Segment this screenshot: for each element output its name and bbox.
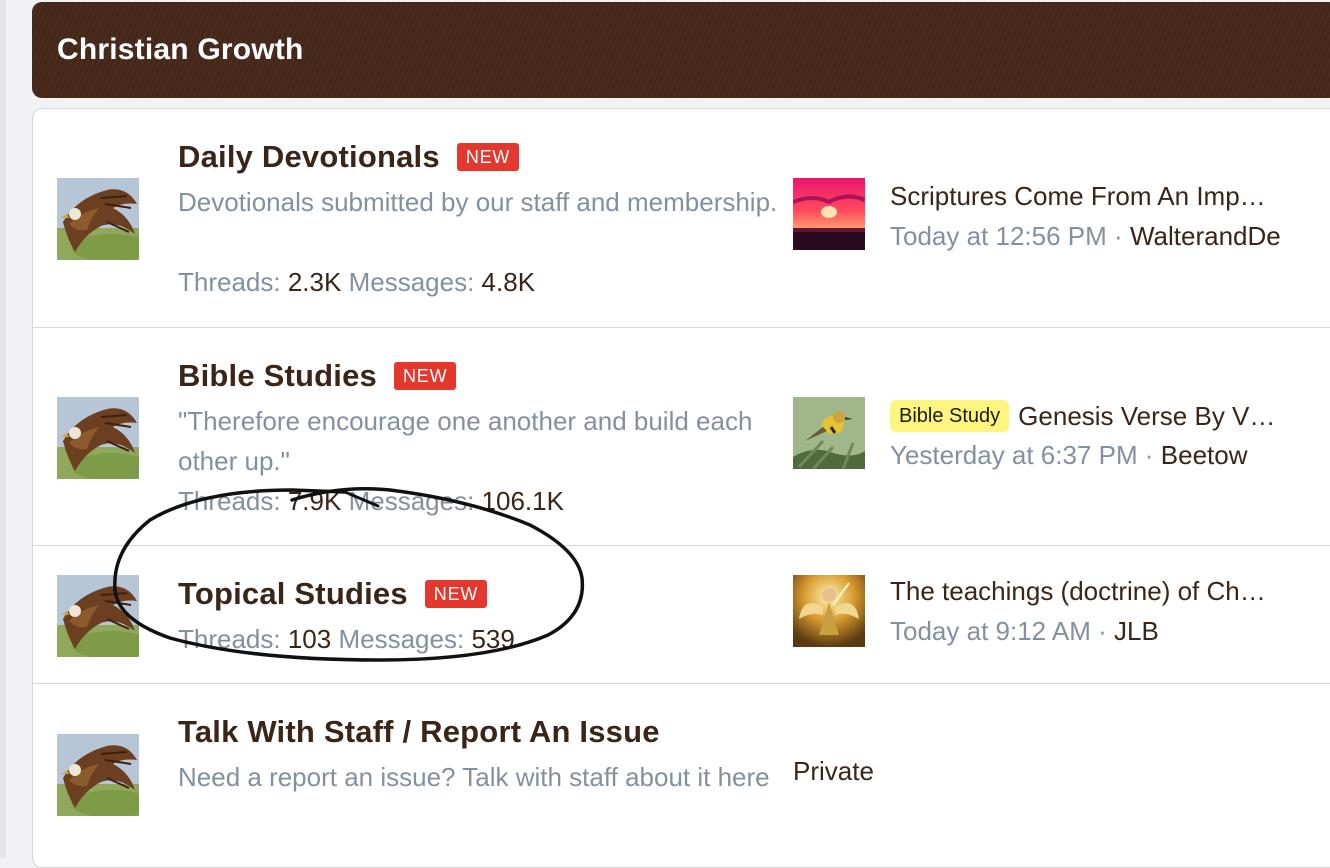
meta-separator: · xyxy=(1098,616,1107,646)
node-title[interactable]: Topical Studies xyxy=(178,576,408,612)
node-stats: Threads: 2.3K Messages: 4.8K xyxy=(178,262,535,302)
last-post-time[interactable]: Today at 12:56 PM xyxy=(890,221,1107,251)
eagle-icon[interactable] xyxy=(57,734,139,816)
messages-label: Messages: xyxy=(348,267,475,297)
node-description: "Therefore encourage one another and bui… xyxy=(178,406,753,476)
eagle-icon[interactable] xyxy=(57,397,139,479)
forum-node-topical-studies: Topical Studies NEW Threads: 103 Message… xyxy=(33,545,1330,684)
last-post-user[interactable]: Beetow xyxy=(1161,440,1248,470)
eagle-icon[interactable] xyxy=(57,575,139,657)
forum-node-talk-with-staff: Talk With Staff / Report An Issue Need a… xyxy=(33,683,1330,868)
new-badge: NEW xyxy=(456,143,520,171)
bird-avatar[interactable] xyxy=(793,397,865,469)
last-post-title[interactable]: The teachings (doctrine) of Ch… xyxy=(890,576,1266,607)
last-post-meta: Today at 9:12 AM · JLB xyxy=(890,616,1159,647)
threads-label: Threads: xyxy=(178,486,281,516)
last-post-title[interactable]: Scriptures Come From An Imp… xyxy=(890,181,1266,212)
messages-count: 539 xyxy=(471,624,515,654)
node-title[interactable]: Bible Studies xyxy=(178,358,377,394)
meta-separator: · xyxy=(1114,221,1123,251)
threads-count: 103 xyxy=(287,624,332,654)
last-post-title[interactable]: Genesis Verse By V… xyxy=(1018,401,1275,432)
threads-label: Threads: xyxy=(178,267,281,297)
forum-node-bible-studies: Bible Studies NEW "Therefore encourage o… xyxy=(33,327,1330,546)
threads-label: Threads: xyxy=(178,624,281,654)
messages-count: 4.8K xyxy=(481,267,536,297)
node-title[interactable]: Talk With Staff / Report An Issue xyxy=(178,714,660,750)
messages-count: 106.1K xyxy=(481,486,564,516)
last-post-time[interactable]: Today at 9:12 AM xyxy=(890,616,1091,646)
node-stats: Threads: 103 Messages: 539 xyxy=(178,619,515,659)
angel-avatar[interactable] xyxy=(793,575,865,647)
private-label: Private xyxy=(793,756,874,786)
node-description: Devotionals submitted by our staff and m… xyxy=(178,187,778,217)
eagle-icon[interactable] xyxy=(57,178,139,260)
threads-count: 7.9K xyxy=(287,486,342,516)
category-title[interactable]: Christian Growth xyxy=(57,33,304,67)
last-post-user[interactable]: WalterandDe xyxy=(1130,221,1281,251)
last-post-user[interactable]: JLB xyxy=(1114,616,1159,646)
last-post-meta: Yesterday at 6:37 PM · Beetow xyxy=(890,440,1248,471)
new-badge: NEW xyxy=(424,580,488,608)
messages-label: Messages: xyxy=(338,624,465,654)
last-post-time[interactable]: Yesterday at 6:37 PM xyxy=(890,440,1138,470)
node-stats: Threads: 7.9K Messages: 106.1K xyxy=(178,481,564,521)
threads-count: 2.3K xyxy=(287,267,342,297)
last-post-meta: Today at 12:56 PM · WalterandDe xyxy=(890,221,1281,252)
category-header[interactable]: Christian Growth xyxy=(32,2,1330,98)
node-description: Need a report an issue? Talk with staff … xyxy=(178,762,770,792)
new-badge: NEW xyxy=(393,362,457,390)
sunset-avatar[interactable] xyxy=(793,178,865,250)
node-title[interactable]: Daily Devotionals xyxy=(178,139,440,175)
forum-node-daily-devotionals: Daily Devotionals NEW Devotionals submit… xyxy=(33,109,1330,327)
sidebar-edge xyxy=(0,0,6,858)
thread-prefix-label[interactable]: Bible Study xyxy=(890,400,1010,432)
forum-node-list: Daily Devotionals NEW Devotionals submit… xyxy=(32,108,1330,868)
meta-separator: · xyxy=(1144,440,1154,470)
messages-label: Messages: xyxy=(348,486,475,516)
